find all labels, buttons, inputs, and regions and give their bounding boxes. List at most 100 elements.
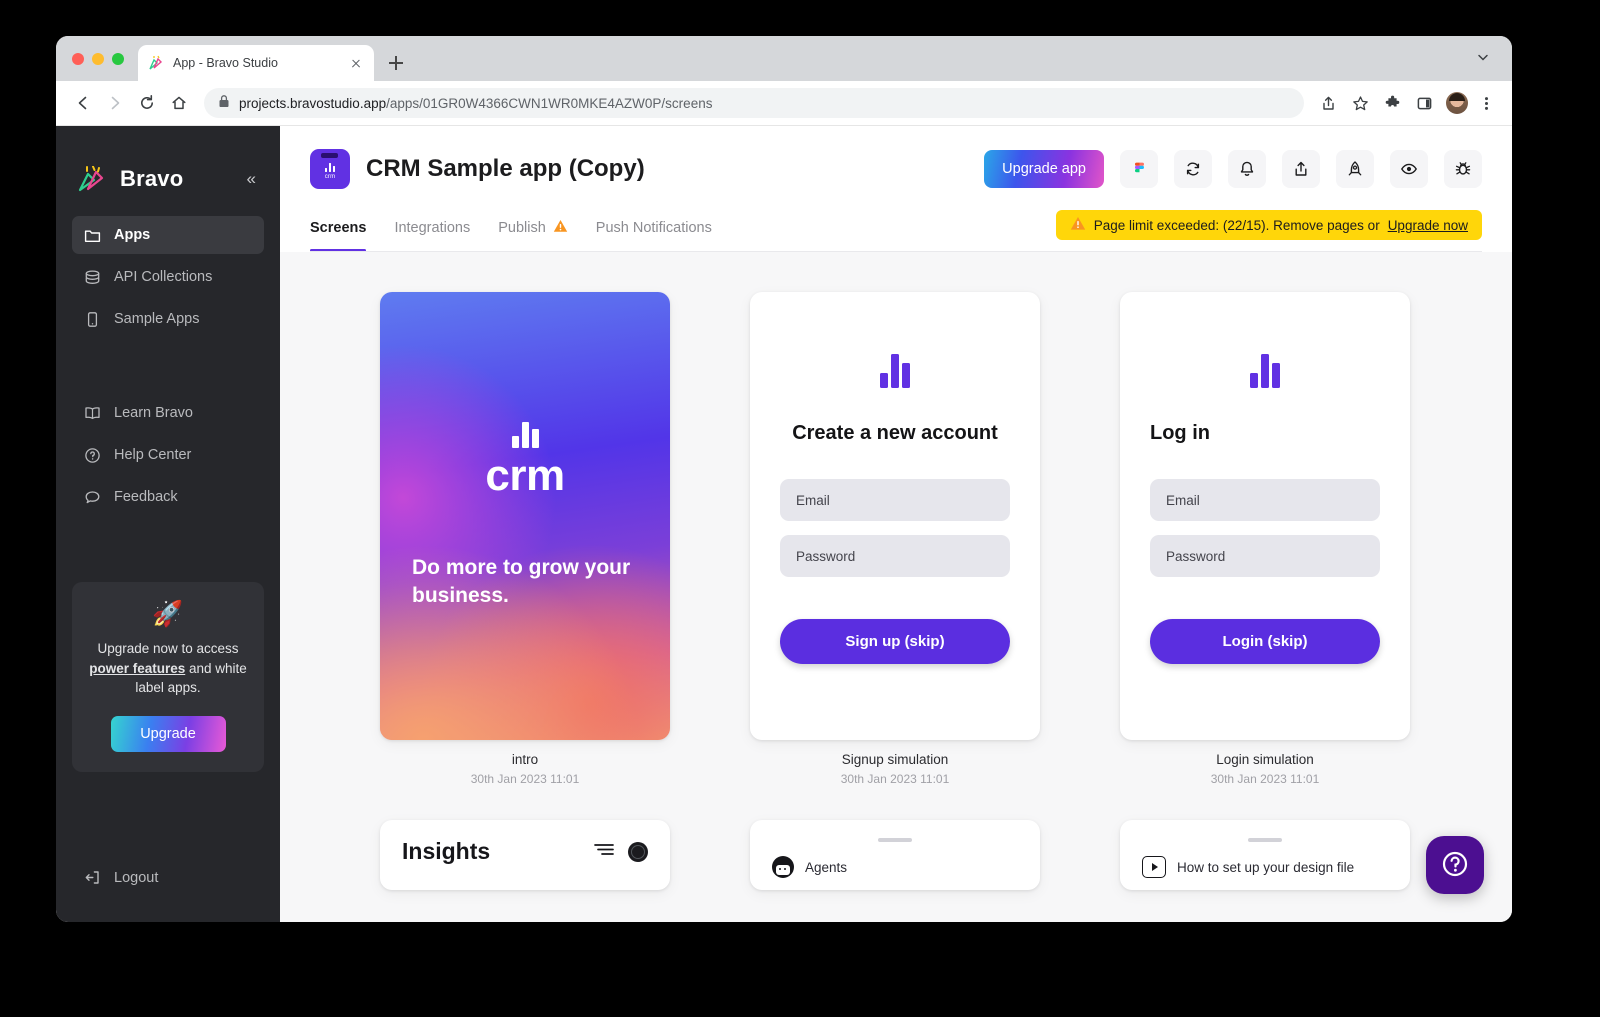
screens-grid: crm Do more to grow your business. intro… [380, 292, 1512, 890]
figma-icon[interactable] [1120, 150, 1158, 188]
sidebar-item-label: Help Center [114, 447, 192, 463]
share-upload-icon[interactable] [1282, 150, 1320, 188]
tab-label: Integrations [394, 220, 471, 236]
address-bar-url: projects.bravostudio.app/apps/01GR0W4366… [239, 95, 713, 111]
login-title: Log in [1150, 422, 1210, 444]
sidebar: Bravo « Apps API Collections Sample Apps… [56, 126, 280, 922]
filter-lines-icon[interactable] [594, 842, 614, 861]
agents-row: Agents [772, 856, 1018, 878]
sidebar-item-apps[interactable]: Apps [72, 216, 264, 254]
warning-triangle-icon [553, 219, 568, 237]
sidebar-item-label: Apps [114, 227, 151, 243]
tab-label: Screens [310, 220, 367, 236]
sidebar-item-label: Learn Bravo [114, 405, 193, 421]
sidebar-primary-nav: Apps API Collections Sample Apps [72, 216, 264, 342]
sidebar-item-learn-bravo[interactable]: Learn Bravo [72, 394, 264, 432]
screen-thumbnail[interactable]: How to set up your design file [1120, 820, 1410, 890]
app-icon-label: crm [324, 173, 336, 180]
back-arrow-icon[interactable] [68, 88, 98, 118]
screen-name: Signup simulation [841, 752, 949, 767]
phone-icon [84, 311, 101, 328]
share-icon[interactable] [1314, 89, 1342, 117]
address-bar[interactable]: projects.bravostudio.app/apps/01GR0W4366… [204, 88, 1304, 118]
power-features-link[interactable]: power features [89, 661, 185, 676]
screen-date: 30th Jan 2023 11:01 [840, 772, 950, 786]
sidebar-item-sample-apps[interactable]: Sample Apps [72, 300, 264, 338]
crm-logo [780, 354, 1010, 388]
sync-icon[interactable] [1174, 150, 1212, 188]
app-header: crm CRM Sample app (Copy) Upgrade app Sc… [280, 126, 1512, 252]
extensions-puzzle-icon[interactable] [1378, 89, 1406, 117]
header-divider [310, 251, 1482, 252]
screen-thumbnail[interactable]: Create a new account Email Password Sign… [750, 292, 1040, 740]
logout-icon [84, 869, 101, 886]
sidebar-item-feedback[interactable]: Feedback [72, 478, 264, 516]
sidebar-item-api-collections[interactable]: API Collections [72, 258, 264, 296]
screen-thumbnail[interactable]: Log in Email Password Login (skip) [1120, 292, 1410, 740]
password-field[interactable]: Password [780, 535, 1010, 577]
agents-screen-preview: Agents [750, 820, 1040, 890]
screen-date: 30th Jan 2023 11:01 [1210, 772, 1320, 786]
screen-thumbnail[interactable]: Insights [380, 820, 670, 890]
screen-date: 30th Jan 2023 11:01 [470, 772, 580, 786]
logout-button[interactable]: Logout [72, 869, 170, 886]
close-window-button[interactable] [72, 52, 84, 65]
agents-title: Agents [805, 859, 848, 875]
screen-thumbnail[interactable]: crm Do more to grow your business. [380, 292, 670, 740]
bookmark-star-icon[interactable] [1346, 89, 1374, 117]
close-tab-button[interactable] [348, 55, 364, 71]
bell-icon[interactable] [1228, 150, 1266, 188]
help-button[interactable] [1426, 836, 1484, 894]
tab-push-notifications[interactable]: Push Notifications [596, 204, 712, 252]
crm-bars-icon [1250, 354, 1280, 388]
window-traffic-lights [72, 36, 138, 81]
tab-publish[interactable]: Publish [498, 204, 568, 252]
signup-title: Create a new account [792, 422, 998, 444]
page-limit-text: Page limit exceeded: (22/15). Remove pag… [1093, 217, 1380, 233]
password-field[interactable]: Password [1150, 535, 1380, 577]
crm-logo [1150, 354, 1380, 388]
eye-icon[interactable] [1390, 150, 1428, 188]
logout-label: Logout [114, 869, 159, 886]
upgrade-now-link[interactable]: Upgrade now [1388, 218, 1468, 233]
login-button[interactable]: Login (skip) [1150, 619, 1380, 664]
design-file-title: How to set up your design file [1177, 859, 1355, 875]
intro-tagline: Do more to grow your business. [412, 556, 631, 607]
browser-menu-icon[interactable] [1472, 89, 1500, 117]
insights-tools [594, 841, 648, 862]
side-panel-icon[interactable] [1410, 89, 1438, 117]
screen-card-login: Log in Email Password Login (skip) Login… [1120, 292, 1410, 786]
reload-icon[interactable] [132, 88, 162, 118]
design-file-screen-preview: How to set up your design file [1120, 820, 1410, 890]
rocket-icon[interactable] [1336, 150, 1374, 188]
upgrade-app-button[interactable]: Upgrade app [984, 150, 1104, 188]
screens-grid-area: crm Do more to grow your business. intro… [280, 252, 1512, 922]
sidebar-item-help-center[interactable]: Help Center [72, 436, 264, 474]
forward-arrow-icon[interactable] [100, 88, 130, 118]
screen-caption: intro 30th Jan 2023 11:01 [380, 752, 670, 786]
email-field[interactable]: Email [1150, 479, 1380, 521]
home-icon[interactable] [164, 88, 194, 118]
screen-thumbnail[interactable]: Agents [750, 820, 1040, 890]
bug-icon[interactable] [1444, 150, 1482, 188]
maximize-window-button[interactable] [112, 52, 124, 65]
tab-integrations[interactable]: Integrations [394, 204, 470, 252]
crm-bars-icon [325, 163, 335, 173]
minimize-window-button[interactable] [92, 52, 104, 65]
profile-avatar[interactable] [1446, 92, 1468, 114]
page-title: CRM Sample app (Copy) [366, 155, 645, 182]
globe-icon[interactable] [628, 841, 648, 862]
email-field[interactable]: Email [780, 479, 1010, 521]
video-play-icon [1142, 856, 1166, 878]
collapse-sidebar-button[interactable]: « [247, 169, 260, 189]
tab-screens[interactable]: Screens [310, 204, 367, 252]
screen-card-intro: crm Do more to grow your business. intro… [380, 292, 670, 786]
brand-name: Bravo [120, 166, 184, 191]
chevron-down-icon[interactable] [1476, 50, 1490, 64]
new-tab-button[interactable] [382, 49, 410, 77]
sign-up-button[interactable]: Sign up (skip) [780, 619, 1010, 664]
upgrade-button[interactable]: Upgrade [110, 715, 226, 752]
upgrade-promo-text: Upgrade now to access power features and… [89, 641, 247, 696]
browser-tab[interactable]: App - Bravo Studio [138, 45, 374, 81]
screen-caption: Login simulation 30th Jan 2023 11:01 [1120, 752, 1410, 786]
